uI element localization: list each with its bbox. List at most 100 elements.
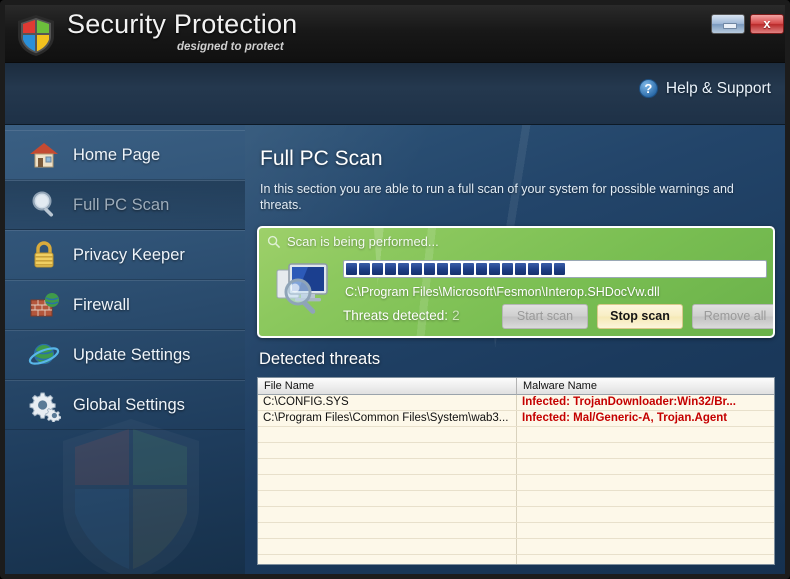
windows-shield-icon — [18, 15, 54, 56]
cell-file-name — [258, 475, 517, 490]
sidebar-item-home-page[interactable]: Home Page — [5, 130, 245, 180]
table-row[interactable] — [258, 491, 774, 507]
sidebar-item-label: Firewall — [73, 295, 130, 314]
help-and-support-button[interactable]: ? Help & Support — [638, 79, 771, 98]
table-row[interactable] — [258, 539, 774, 555]
cell-file-name — [258, 539, 517, 554]
progress-block — [489, 263, 500, 275]
magnifier-icon — [267, 235, 281, 248]
sidebar-item-label: Home Page — [73, 145, 161, 164]
application-window: Security Protection designed to protect … — [0, 0, 790, 579]
sidebar-nav: Home Page Full PC Scan Privacy Keeper Fi… — [5, 130, 245, 430]
threats-detected-count: 2 — [452, 308, 460, 323]
cell-file-name: C:\CONFIG.SYS — [258, 395, 517, 410]
column-header-malware-name[interactable]: Malware Name — [517, 378, 774, 395]
table-row[interactable] — [258, 523, 774, 539]
progress-block — [502, 263, 513, 275]
table-row[interactable] — [258, 475, 774, 491]
cell-file-name: C:\Program Files\Common Files\System\wab… — [258, 411, 517, 426]
progress-block — [450, 263, 461, 275]
cell-malware-name — [517, 443, 774, 458]
sidebar-item-global-settings[interactable]: Global Settings — [5, 380, 245, 430]
cell-file-name — [258, 523, 517, 538]
cell-file-name — [258, 427, 517, 442]
sidebar-item-full-pc-scan[interactable]: Full PC Scan — [5, 180, 245, 230]
stop-scan-button[interactable]: Stop scan — [597, 304, 683, 329]
cell-malware-name — [517, 523, 774, 538]
sidebar-item-label: Global Settings — [73, 395, 185, 414]
cell-malware-name: Infected: Mal/Generic-A, Trojan.Agent — [522, 412, 728, 424]
sidebar: Home Page Full PC Scan Privacy Keeper Fi… — [5, 125, 245, 574]
gears-icon — [27, 388, 62, 423]
threats-detected-label: Threats detected: — [343, 308, 449, 323]
house-icon — [27, 138, 61, 172]
cell-file-name — [258, 555, 517, 564]
scan-current-path: C:\Program Files\Microsoft\Fesmon\Intero… — [345, 285, 660, 299]
background-shield-watermark — [75, 429, 187, 569]
scan-progress-bar — [343, 260, 767, 278]
sidebar-item-privacy-keeper[interactable]: Privacy Keeper — [5, 230, 245, 280]
progress-block — [398, 263, 409, 275]
table-row[interactable] — [258, 555, 774, 564]
cell-malware-name: Infected: TrojanDownloader:Win32/Br... — [522, 396, 736, 408]
cell-file-name — [258, 443, 517, 458]
table-row[interactable] — [258, 459, 774, 475]
progress-block — [541, 263, 552, 275]
progress-block — [476, 263, 487, 275]
scan-progress-blocks — [346, 263, 764, 275]
table-row[interactable]: C:\Program Files\Common Files\System\wab… — [258, 411, 774, 427]
globe-orbit-icon — [27, 338, 61, 372]
table-row[interactable] — [258, 507, 774, 523]
table-body: C:\CONFIG.SYS Infected: TrojanDownloader:… — [258, 395, 774, 564]
main-content: Full PC Scan In this section you are abl… — [245, 125, 785, 574]
title-bar: Security Protection designed to protect … — [5, 5, 785, 63]
remove-all-button[interactable]: Remove all — [692, 304, 773, 329]
table-header-row: File Name Malware Name — [258, 378, 774, 395]
table-row[interactable] — [258, 443, 774, 459]
column-header-file-name[interactable]: File Name — [258, 378, 517, 395]
cell-file-name — [258, 459, 517, 474]
progress-block — [359, 263, 370, 275]
table-row[interactable] — [258, 427, 774, 443]
page-description: In this section you are able to run a fu… — [260, 182, 734, 212]
sidebar-item-label: Full PC Scan — [73, 195, 170, 214]
sidebar-item-label: Update Settings — [73, 345, 191, 364]
cell-malware-name — [517, 491, 774, 506]
progress-block — [346, 263, 357, 275]
cell-malware-name — [517, 475, 774, 490]
cell-malware-name — [517, 539, 774, 554]
sidebar-item-label: Privacy Keeper — [73, 245, 185, 264]
table-row[interactable]: C:\CONFIG.SYS Infected: TrojanDownloader:… — [258, 395, 774, 411]
monitor-magnifier-icon — [276, 263, 328, 314]
progress-block — [372, 263, 383, 275]
detected-threats-table[interactable]: File Name Malware Name C:\CONFIG.SYS Infe… — [257, 377, 775, 565]
scan-status: Scan is being performed... — [267, 234, 439, 249]
cell-malware-name — [517, 427, 774, 442]
progress-block — [411, 263, 422, 275]
scan-button-row: Start scan Stop scan Remove all — [502, 304, 773, 329]
progress-block — [554, 263, 565, 275]
cell-file-name — [258, 491, 517, 506]
start-scan-button[interactable]: Start scan — [502, 304, 588, 329]
minimize-button[interactable] — [711, 14, 745, 34]
threats-detected: Threats detected: 2 — [343, 308, 460, 323]
progress-block — [385, 263, 396, 275]
close-button[interactable]: x — [750, 14, 784, 34]
progress-block — [424, 263, 435, 275]
header-bar: ? Help & Support — [5, 63, 785, 125]
progress-block — [463, 263, 474, 275]
cell-malware-name — [517, 555, 774, 564]
cell-malware-name — [517, 507, 774, 522]
magnifier-icon — [27, 188, 61, 222]
app-tagline: designed to protect — [177, 41, 284, 53]
app-title: Security Protection — [67, 9, 298, 39]
question-circle-icon: ? — [638, 79, 658, 98]
padlock-icon — [27, 238, 61, 272]
progress-block — [528, 263, 539, 275]
sidebar-item-update-settings[interactable]: Update Settings — [5, 330, 245, 380]
page-title: Full PC Scan — [260, 147, 383, 170]
detected-threats-title: Detected threats — [259, 350, 381, 368]
sidebar-item-firewall[interactable]: Firewall — [5, 280, 245, 330]
progress-block — [515, 263, 526, 275]
help-and-support-label: Help & Support — [665, 79, 771, 97]
